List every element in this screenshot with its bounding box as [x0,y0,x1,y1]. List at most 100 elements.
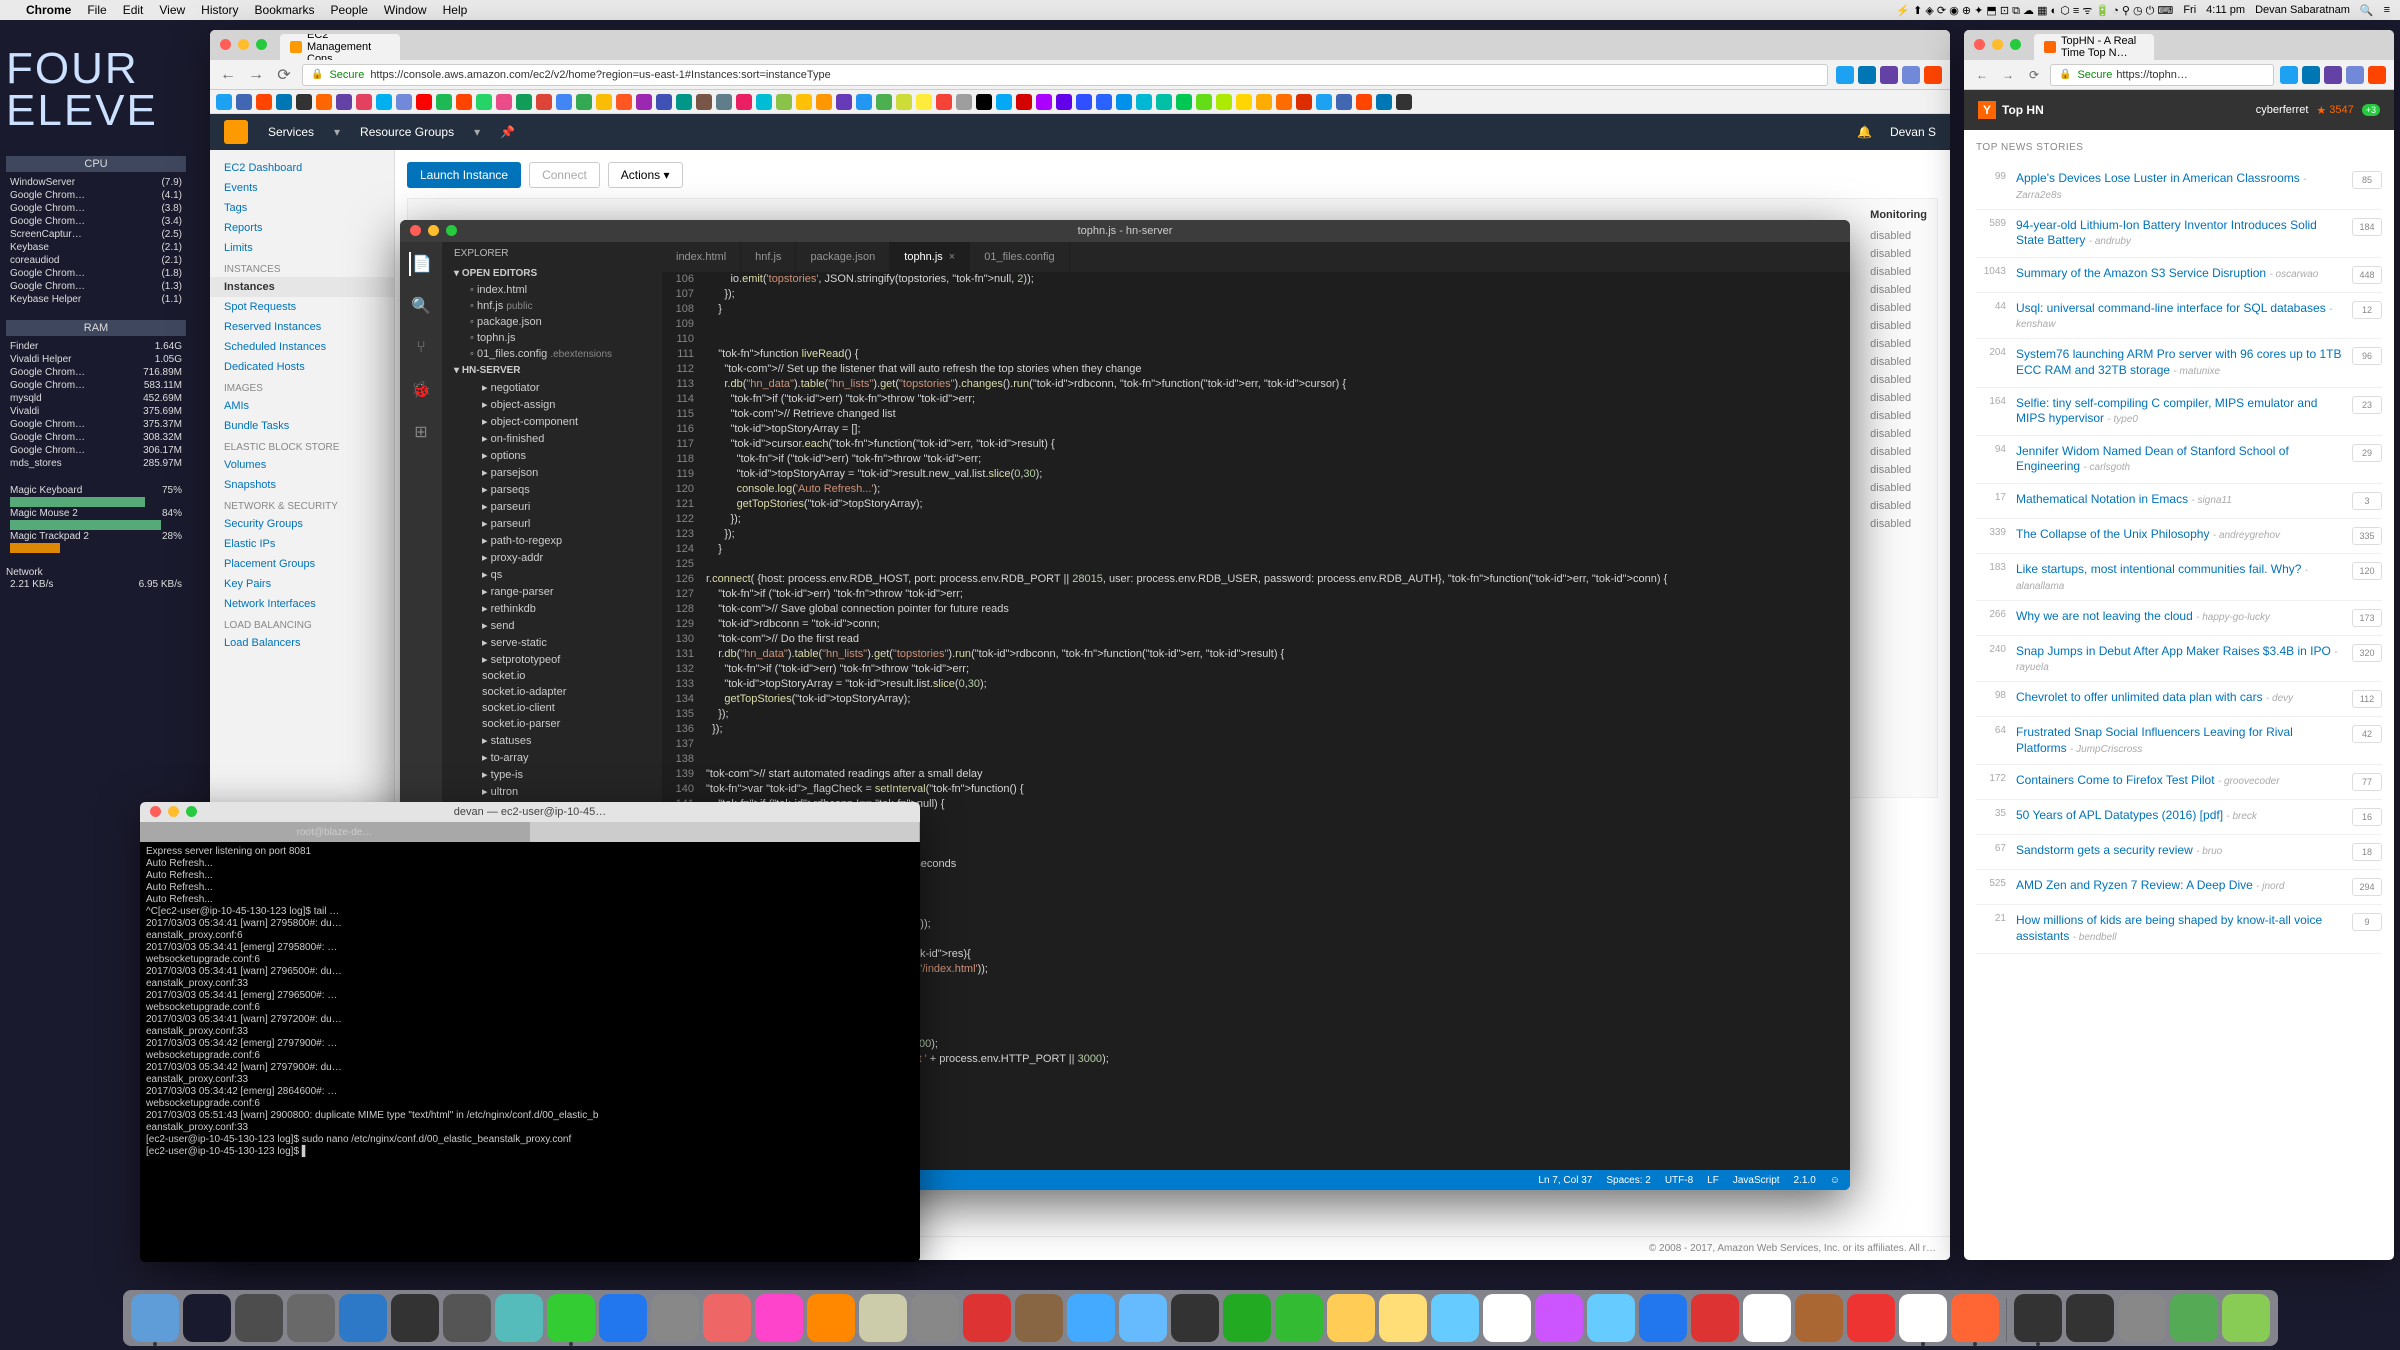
menubar-time[interactable]: 4:11 pm [2206,4,2245,16]
aws-user[interactable]: Devan S [1890,125,1936,139]
open-editor-item[interactable]: ◦ package.json [442,314,662,330]
story-row[interactable]: 67 Sandstorm gets a security review - br… [1976,835,2382,870]
extension-icon[interactable] [1902,66,1920,84]
services-menu[interactable]: Services [268,125,314,139]
dock-app-icon[interactable] [287,1294,335,1342]
extension-icon[interactable] [2280,66,2298,84]
dock-app-icon[interactable] [963,1294,1011,1342]
aws-logo-icon[interactable] [224,120,248,144]
bookmark-icon[interactable] [1076,94,1092,110]
open-editor-item[interactable]: ◦ index.html [442,282,662,298]
bookmark-icon[interactable] [456,94,472,110]
zoom-icon[interactable] [2010,39,2021,50]
extension-icon[interactable] [2368,66,2386,84]
bookmark-icon[interactable] [596,94,612,110]
app-name[interactable]: Chrome [26,3,71,17]
story-title[interactable]: Snap Jumps in Debut After App Maker Rais… [2016,644,2331,658]
bookmark-icon[interactable] [736,94,752,110]
file-tree-item[interactable]: socket.io-adapter [442,684,662,700]
story-comments[interactable]: 448 [2352,266,2382,284]
bookmark-icon[interactable] [696,94,712,110]
dock-app-icon[interactable] [807,1294,855,1342]
story-title[interactable]: Frustrated Snap Social Influencers Leavi… [2016,725,2293,755]
bookmark-icon[interactable] [636,94,652,110]
story-title[interactable]: Apple's Devices Lose Luster in American … [2016,171,2300,185]
menu-file[interactable]: File [87,3,106,17]
extension-icon[interactable] [1858,66,1876,84]
story-row[interactable]: 339 The Collapse of the Unix Philosophy … [1976,519,2382,554]
dock-app-icon[interactable] [1587,1294,1635,1342]
menubar-status-icons[interactable]: ⚡ ⬆ ◈ ⟳ ◉ ⊕ ✦ ⬒ ⊡ ⧉ ☁ ▦ ◐ ⬡ ≡ ᯤ 🔋 ◔ ⚲ ◷ … [1896,3,2173,18]
menu-help[interactable]: Help [443,3,468,17]
close-icon[interactable] [1974,39,1985,50]
file-tree-item[interactable]: ▸ object-component [442,413,662,430]
dock-app-icon[interactable] [1899,1294,1947,1342]
story-comments[interactable]: 3 [2352,492,2382,510]
bookmark-icon[interactable] [1136,94,1152,110]
project-section[interactable]: ▾ HN-SERVER [442,362,662,379]
debug-icon[interactable]: 🐞 [409,378,433,402]
dock-app-icon[interactable] [859,1294,907,1342]
story-comments[interactable]: 335 [2352,527,2382,545]
bookmark-icon[interactable] [836,94,852,110]
bookmark-icon[interactable] [936,94,952,110]
file-tree-item[interactable]: ▸ parseqs [442,481,662,498]
dock-app-icon[interactable] [1795,1294,1843,1342]
dock-app-icon[interactable] [131,1294,179,1342]
bookmark-icon[interactable] [1276,94,1292,110]
notification-center-icon[interactable]: ≡ [2384,4,2390,16]
story-comments[interactable]: 77 [2352,773,2382,791]
dock-app-icon[interactable] [1275,1294,1323,1342]
sidebar-item-scheduled-instances[interactable]: Scheduled Instances [210,337,394,357]
bookmark-icon[interactable] [676,94,692,110]
story-row[interactable]: 240 Snap Jumps in Debut After App Maker … [1976,636,2382,683]
dock-app-icon[interactable] [547,1294,595,1342]
close-icon[interactable] [150,806,161,817]
bookmark-icon[interactable] [1256,94,1272,110]
dock-app-icon[interactable] [651,1294,699,1342]
bookmark-icon[interactable] [1096,94,1112,110]
file-tree-item[interactable]: ▸ on-finished [442,430,662,447]
story-row[interactable]: 204 System76 launching ARM Pro server wi… [1976,339,2382,387]
story-row[interactable]: 44 Usql: universal command-line interfac… [1976,293,2382,340]
address-bar[interactable]: 🔒 Secure https://console.aws.amazon.com/… [302,64,1828,86]
bookmark-icon[interactable] [716,94,732,110]
bookmark-icon[interactable] [496,94,512,110]
bookmark-icon[interactable] [236,94,252,110]
extension-icon[interactable] [2346,66,2364,84]
story-comments[interactable]: 18 [2352,843,2382,861]
dock-app-icon[interactable] [1223,1294,1271,1342]
dock-app-icon[interactable] [2066,1294,2114,1342]
bookmark-icon[interactable] [416,94,432,110]
minimize-icon[interactable] [168,806,179,817]
dock-app-icon[interactable] [391,1294,439,1342]
sidebar-item-bundle-tasks[interactable]: Bundle Tasks [210,416,394,436]
terminal-output[interactable]: Express server listening on port 8081 Au… [140,842,920,1162]
search-icon[interactable]: 🔍 [409,294,433,318]
file-tree-item[interactable]: ▸ serve-static [442,634,662,651]
file-tree-item[interactable]: ▸ setprototypeof [442,651,662,668]
address-bar[interactable]: 🔒 Secure https://tophn… [2050,64,2274,86]
story-title[interactable]: 50 Years of APL Datatypes (2016) [pdf] [2016,808,2223,822]
file-tree-item[interactable]: ▸ path-to-regexp [442,532,662,549]
sidebar-item-security-groups[interactable]: Security Groups [210,514,394,534]
reload-button[interactable]: ⟳ [2024,65,2044,85]
spotlight-icon[interactable]: 🔍 [2360,4,2374,17]
close-icon[interactable] [410,225,421,236]
sidebar-item-load-balancers[interactable]: Load Balancers [210,633,394,653]
bookmark-icon[interactable] [996,94,1012,110]
file-tree-item[interactable]: ▸ options [442,447,662,464]
bookmark-icon[interactable] [1336,94,1352,110]
extension-icon[interactable] [1836,66,1854,84]
explorer-icon[interactable]: 📄 [409,252,433,276]
dock-app-icon[interactable] [2222,1294,2270,1342]
bookmark-icon[interactable] [1036,94,1052,110]
dock-app-icon[interactable] [183,1294,231,1342]
story-title[interactable]: How millions of kids are being shaped by… [2016,913,2322,943]
menu-history[interactable]: History [201,3,238,17]
story-row[interactable]: 98 Chevrolet to offer unlimited data pla… [1976,682,2382,717]
extension-icon[interactable] [2324,66,2342,84]
story-comments[interactable]: 173 [2352,609,2382,627]
bookmark-icon[interactable] [536,94,552,110]
bookmark-icon[interactable] [1156,94,1172,110]
